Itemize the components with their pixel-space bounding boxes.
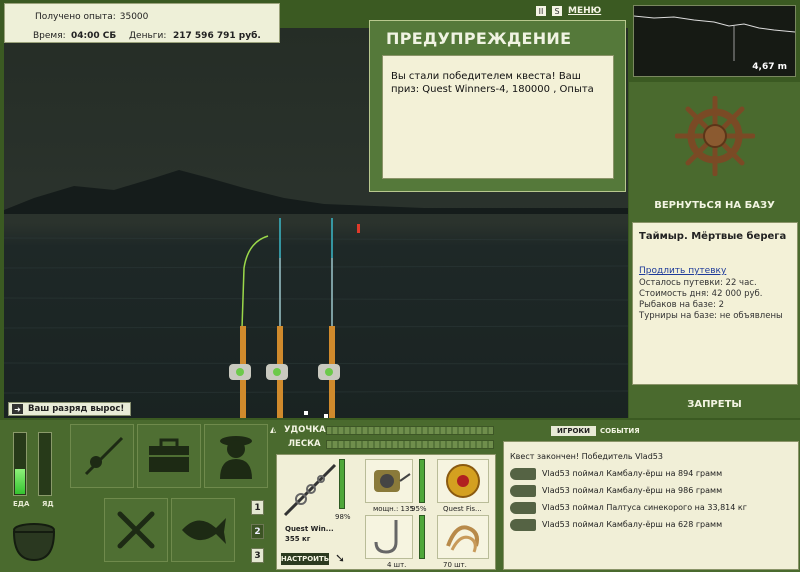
poison-meter: [38, 432, 52, 496]
bait-slot[interactable]: [437, 515, 489, 559]
bait-count: 70 шт.: [443, 561, 467, 569]
warning-title: ПРЕДУПРЕЖДЕНИЕ: [386, 29, 572, 48]
base-name: Таймыр. Мёртвые берега: [639, 231, 787, 242]
depth-value: 4,67 m: [752, 62, 787, 72]
event-text: Vlad53 поймал Палтуса синекорого на 33,8…: [542, 503, 747, 512]
tab-events[interactable]: СОБЫТИЯ: [600, 427, 640, 435]
line-slot[interactable]: [437, 459, 489, 503]
fisherman-icon: [220, 436, 252, 479]
money-value: 217 596 791 руб.: [173, 30, 261, 41]
line-spool-icon: [446, 464, 480, 498]
rods-slot[interactable]: [70, 424, 134, 488]
rod-status-bar: [326, 426, 494, 435]
food-label: ЕДА: [13, 500, 30, 508]
warning-message: Вы стали победителем квеста! Ваш приз: Q…: [382, 55, 614, 179]
line-name: Quest Fis...: [443, 505, 482, 513]
water-ripples: [4, 237, 628, 394]
rod-wear-bar: [339, 459, 345, 509]
ship-wheel-icon[interactable]: [675, 96, 755, 176]
hook-slot[interactable]: [365, 515, 413, 559]
event-text: Vlad53 поймал Камбалу-ёрш на 894 грамм: [542, 469, 723, 478]
day-cost: Стоимость дня: 42 000 руб.: [639, 289, 763, 299]
warning-dialog[interactable]: ПРЕДУПРЕЖДЕНИЕ Вы стали победителем квес…: [369, 20, 626, 192]
list-item: Vlad53 поймал Камбалу-ёрш на 894 грамм: [510, 465, 792, 482]
tackle-panel: 98% Quest Win... 355 кг НАСТРОИТЬ ➘ мощн…: [276, 454, 496, 570]
rank-up-notice[interactable]: ➜ Ваш разряд вырос!: [8, 402, 132, 416]
arrow-right-icon: ➜: [12, 404, 23, 414]
menu-button[interactable]: МЕНЮ: [568, 6, 601, 16]
bans-button[interactable]: ЗАПРЕТЫ: [629, 399, 800, 410]
line-status-bar: [326, 440, 494, 449]
fish-icon: [510, 518, 536, 531]
rod-percent: 98%: [335, 513, 351, 521]
hook-wear-bar: [419, 515, 425, 559]
rod-item-icon[interactable]: [281, 459, 337, 519]
rod-label-icon: ◭: [270, 425, 277, 434]
base-info-box: Таймыр. Мёртвые берега Продлить путевку …: [632, 222, 798, 385]
fishers-count: Рыбаков на базе: 2: [639, 300, 724, 310]
rod-name: Quest Win...: [285, 525, 334, 533]
reel-stat: мощн.: 135: [373, 505, 414, 513]
rank-up-text: Ваш разряд вырос!: [28, 404, 125, 414]
top-toolbar: II S МЕНЮ: [536, 6, 601, 16]
events-header: Квест закончен! Победитель Vlad53: [510, 448, 792, 465]
rod-weight: 355 кг: [285, 535, 311, 543]
list-item: Vlad53 поймал Палтуса синекорого на 33,8…: [510, 499, 792, 516]
tune-button[interactable]: НАСТРОИТЬ: [281, 553, 329, 565]
reel-icon: [374, 470, 411, 492]
money-label: Деньги:: [129, 30, 167, 41]
player-info-panel: Получено опыта: 35000 Время: 04:00 СБ Де…: [4, 3, 280, 43]
food-slot[interactable]: [104, 498, 168, 562]
events-header-text: Квест закончен! Победитель Vlad53: [510, 452, 663, 461]
permit-remaining: Осталось путевки: 22 час.: [639, 278, 757, 288]
cauldron-icon[interactable]: [8, 516, 60, 566]
time-label: Время:: [33, 30, 66, 41]
tackle-box-icon: [149, 438, 189, 472]
tournaments-status: Турниры на базе: не объявлены: [639, 311, 783, 321]
base-panel: ВЕРНУТЬСЯ НА БАЗУ Таймыр. Мёртвые берега…: [629, 82, 800, 418]
rod-reel-icon: [84, 436, 124, 476]
list-item: Vlad53 поймал Камбалу-ёрш на 628 грамм: [510, 516, 792, 533]
arrow-down-right-icon[interactable]: ➘: [335, 551, 345, 565]
tab-players[interactable]: ИГРОКИ: [551, 426, 596, 436]
shrimp-bait-icon: [446, 525, 479, 553]
reel-wear-bar: [419, 459, 425, 503]
events-log: Квест закончен! Победитель Vlad53 Vlad53…: [503, 441, 799, 570]
poison-label: ЯД: [42, 500, 54, 508]
rod-2-icon[interactable]: [266, 218, 288, 418]
fish-icon: [182, 518, 226, 544]
food-meter: [13, 432, 27, 496]
knife-fork-icon: [117, 511, 155, 549]
tackle-box-slot[interactable]: [137, 424, 201, 488]
extend-permit-link[interactable]: Продлить путевку: [639, 266, 791, 276]
food-meter-fill: [15, 469, 25, 494]
slot-number-2[interactable]: 2: [251, 524, 264, 539]
reel-slot[interactable]: [365, 459, 413, 503]
line-label: ЛЕСКА: [288, 439, 321, 449]
fisherman-slot[interactable]: [204, 424, 268, 488]
hook-icon: [374, 520, 398, 554]
slot-number-3[interactable]: 3: [251, 548, 264, 563]
reel-percent: 95%: [411, 505, 427, 513]
fish-icon: [510, 484, 536, 497]
list-item: Vlad53 поймал Камбалу-ёрш на 986 грамм: [510, 482, 792, 499]
experience-label: Получено опыта:: [35, 11, 116, 22]
time-value: 04:00 СБ: [71, 30, 117, 41]
fish-icon: [510, 467, 536, 480]
event-text: Vlad53 поймал Камбалу-ёрш на 986 грамм: [542, 486, 723, 495]
sound-icon[interactable]: S: [552, 6, 562, 16]
depth-panel: 4,67 m: [633, 5, 796, 77]
float-icon[interactable]: [357, 224, 360, 233]
event-text: Vlad53 поймал Камбалу-ёрш на 628 грамм: [542, 520, 723, 529]
pause-icon[interactable]: II: [536, 6, 546, 16]
fish-icon: [510, 501, 536, 514]
return-to-base-button[interactable]: ВЕРНУТЬСЯ НА БАЗУ: [629, 200, 800, 211]
rod-3-icon[interactable]: [318, 218, 340, 418]
rod-label: УДОЧКА: [284, 425, 326, 435]
experience-value: 35000: [119, 11, 149, 22]
hook-count: 4 шт.: [387, 561, 407, 569]
fish-slot[interactable]: [171, 498, 235, 562]
slot-number-1[interactable]: 1: [251, 500, 264, 515]
events-tabs: ИГРОКИ СОБЫТИЯ: [551, 426, 640, 436]
